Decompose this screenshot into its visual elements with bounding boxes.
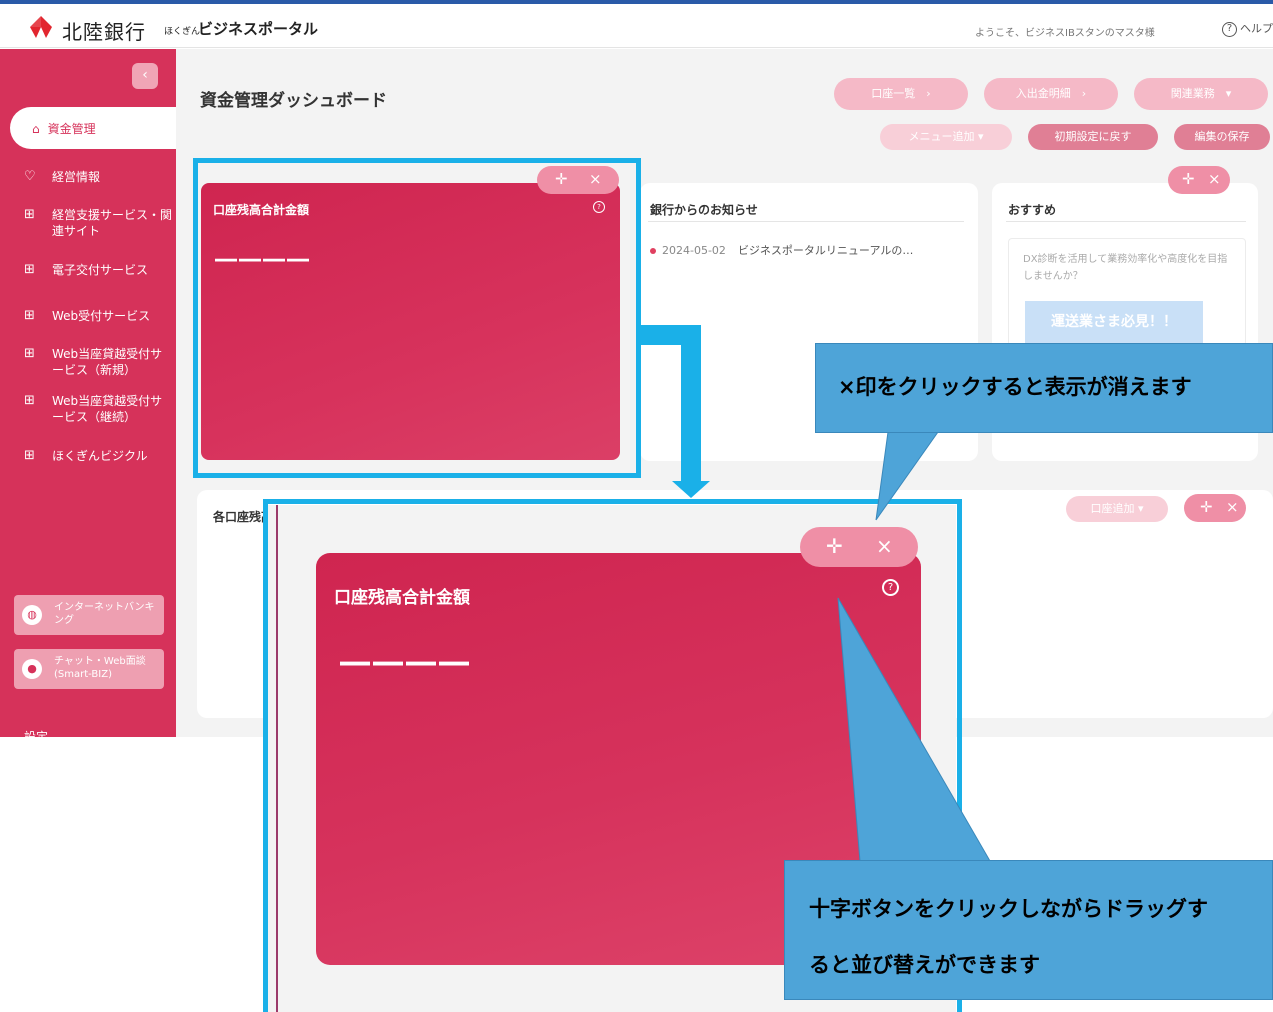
recommend-card[interactable]: DX診断を活用して業務効率化や高度化を目指しませんか？ 運送業さま必見！！ [1008,238,1246,346]
help-link[interactable]: ? ヘルプ [1222,20,1273,37]
recommend-title: おすすめ [1008,203,1057,217]
brand-sub: ほくぎん [164,27,201,37]
widget-controls: ✛ × [1184,494,1246,522]
top-header: 北陸銀行 ほくぎん ビジネスポータル ようこそ、ビジネスIBスタンのマスタ様 ?… [0,4,1273,48]
sidebar-item-label: Web受付サービス [52,309,151,323]
close-icon[interactable]: × [1226,498,1239,516]
related-business-button[interactable]: 関連業務 ▾ [1134,78,1268,110]
deposit-withdrawal-button[interactable]: 入出金明細 › [984,78,1118,110]
sidebar-item-label: ほくぎんビジクル [52,449,148,463]
move-icon[interactable]: ✛ [1200,498,1213,516]
home-icon: ⌂ [32,122,40,136]
grid-icon: ⊞ [24,262,35,277]
sidebar-item-settings[interactable]: 設定 [24,728,48,745]
sidebar-item-label: 経営情報 [52,170,101,184]
sidebar-item-label: Web当座貸越受付サービス（新規） [52,347,163,377]
chat-web-label: チャット・Web面談(Smart-BIZ) [54,656,146,680]
help-label: ヘルプ [1240,22,1273,35]
drag-hint-line: ると並び替えができます [809,953,1040,977]
recommend-text: DX診断を活用して業務効率化や高度化を目指しませんか？ [1023,254,1228,282]
sidebar-item-label: 電子交付サービス [52,263,149,277]
account-list-button[interactable]: 口座一覧 › [834,78,968,110]
notice-text: ビジネスポータルリニューアルの… [737,244,914,257]
sidebar-item-label: Web当座貸越受付サービス（継続） [52,394,163,424]
sidebar-item-label: 経営支援サービス・関連サイト [52,208,173,238]
chat-web-button[interactable]: ● チャット・Web面談(Smart-BIZ) [14,649,164,689]
lightbulb-icon: ♡ [24,169,36,184]
portal-name: ビジネスポータル [198,20,319,38]
internet-banking-button[interactable]: ◍ インターネットバンキング [14,595,164,635]
widget-controls: ✛ × [1168,166,1230,194]
move-icon[interactable]: ✛ [1182,170,1195,188]
close-icon[interactable]: × [1208,170,1221,188]
sidebar-item-label: 資金管理 [47,122,96,136]
divider [648,221,964,222]
drag-hint-line: 十字ボタンをクリックしながらドラッグす [809,897,1208,921]
highlight-frame [193,158,641,478]
unread-dot-icon [650,248,656,254]
sidebar-item-fund-management[interactable]: ⌂ 資金管理 [10,107,176,149]
add-menu-button[interactable]: メニュー追加 ▾ [880,124,1012,150]
help-icon: ? [1222,21,1237,37]
recommend-banner[interactable]: 運送業さま必見！！ [1025,301,1203,343]
sidebar: ‹ ⌂ 資金管理 ♡ 経営情報 ⊞ 経営支援サービス・関連サイト ⊞ 電子交付サービス … [0,49,176,737]
notice-date: 2024-05-02 [662,244,726,257]
page-title: 資金管理ダッシュボード [200,91,387,111]
close-hint-callout: ×印をクリックすると表示が消えます [815,343,1273,433]
welcome-text: ようこそ、ビジネスIBスタンのマスタ様 [975,28,1155,39]
grid-icon: ⊞ [24,346,35,361]
notice-item[interactable]: 2024-05-02 ビジネスポータルリニューアルの… [650,242,913,258]
globe-icon: ◍ [22,605,42,625]
connector-line [681,325,701,483]
bank-logo-icon[interactable] [28,14,54,40]
chat-icon: ● [22,659,42,679]
sidebar-collapse-button[interactable]: ‹ [132,63,158,89]
grid-icon: ⊞ [24,393,35,408]
internet-banking-label: インターネットバンキング [54,602,155,626]
grid-icon: ⊞ [24,207,35,222]
add-account-button[interactable]: 口座追加 ▾ [1066,496,1168,522]
notices-title: 銀行からのお知らせ [650,203,758,217]
save-edit-button[interactable]: 編集の保存 [1174,124,1270,150]
divider [1006,221,1246,222]
grid-icon: ⊞ [24,448,35,463]
reset-initial-button[interactable]: 初期設定に戻す [1028,124,1158,150]
grid-icon: ⊞ [24,308,35,323]
bank-name: 北陸銀行 [62,20,146,44]
drag-hint-callout: 十字ボタンをクリックしながらドラッグす ると並び替えができます [784,860,1273,1000]
